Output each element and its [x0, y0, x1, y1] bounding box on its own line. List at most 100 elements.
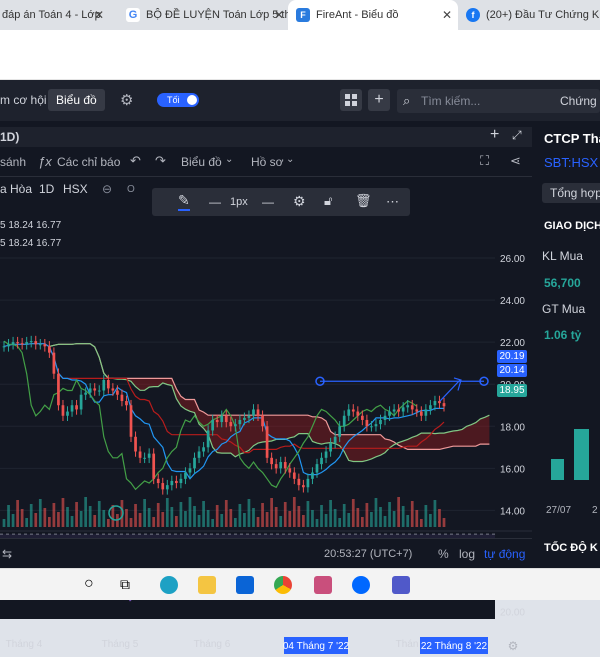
volume-bar [11, 514, 15, 527]
candle-body [202, 447, 205, 452]
candle-body [360, 415, 364, 420]
volume-bar [25, 518, 29, 527]
browser-tab[interactable]: đáp án Toán 4 - Lớp ✕ [0, 0, 110, 30]
volume-bar [75, 502, 78, 527]
candle-body [433, 401, 437, 406]
browser-tab-active[interactable]: F FireAnt - Biểu đồ ✕ [288, 0, 458, 30]
volume-bar [111, 505, 115, 527]
browser-tab[interactable]: G BỘ ĐỀ LUYỆN Toán Lớp 5 the ✕ [118, 0, 290, 30]
layout-grid-icon[interactable] [340, 89, 362, 111]
log-button[interactable]: log [459, 547, 475, 561]
close-icon[interactable]: ✕ [442, 8, 452, 22]
settings-icon[interactable]: ⚙ [293, 193, 306, 210]
volume-bar [347, 513, 351, 527]
mail-icon[interactable] [236, 576, 254, 594]
fullscreen-icon[interactable]: ⛶ [480, 153, 489, 169]
candle-body [388, 411, 391, 416]
volume-bar [156, 503, 160, 527]
nav-opportunity[interactable]: m cơ hội [0, 93, 47, 107]
add-icon[interactable]: + [368, 89, 390, 111]
browser-tab-bar: đáp án Toán 4 - Lớp ✕ G BỘ ĐỀ LUYỆN Toán… [0, 0, 600, 30]
volume-bar [351, 499, 355, 527]
ohlc-prefix: O [127, 184, 135, 195]
volume-bar [401, 506, 405, 527]
search-icon: ⌕ [403, 93, 411, 108]
candle-body [156, 478, 160, 484]
candle-body [311, 472, 314, 479]
compare-button[interactable]: sánh [0, 155, 26, 169]
volume-bar [379, 507, 382, 527]
zalo-icon[interactable] [352, 576, 370, 594]
search-input[interactable]: ⌕ Tìm kiếm... Chứng k [397, 89, 600, 113]
volume-bar [433, 500, 437, 527]
photos-icon[interactable] [314, 576, 332, 594]
percent-button[interactable]: % [438, 547, 449, 561]
volume-bar [197, 515, 201, 527]
expand-icon[interactable]: ⤢ [512, 128, 522, 143]
candle-body [188, 468, 192, 473]
volume-bar [179, 502, 183, 527]
edge-icon[interactable] [160, 576, 178, 594]
volume-bar [252, 508, 255, 527]
candle-body [179, 478, 183, 484]
teams-icon[interactable] [392, 576, 410, 594]
candle-body [116, 390, 119, 395]
indicators-button[interactable]: Các chỉ báo [57, 155, 120, 169]
ticker-link[interactable]: SBT:HSX [544, 155, 598, 170]
volume-bar [288, 511, 292, 527]
browser-tab[interactable]: f (20+) Đầu Tư Chứng Khoán [460, 0, 600, 30]
line-type-icon[interactable]: — [262, 195, 274, 209]
chart-menu[interactable]: Biểu đồ [181, 155, 222, 169]
line-style-icon[interactable]: — [209, 195, 221, 209]
explorer-icon[interactable] [198, 576, 216, 594]
redo-icon[interactable]: ↷ [155, 153, 166, 169]
candle-body [120, 394, 124, 402]
profile-menu[interactable]: Hồ sơ [251, 155, 284, 169]
search-icon[interactable]: ○ [84, 575, 94, 593]
nav-chart-button[interactable]: Biểu đồ [48, 89, 105, 111]
candle-body [138, 451, 142, 458]
pencil-icon[interactable]: ✎ [178, 192, 190, 211]
candle-body [61, 405, 65, 416]
volume-bar [20, 509, 24, 527]
share-icon[interactable]: ⋖ [510, 153, 521, 169]
volume-bar [61, 498, 65, 527]
chrome-icon[interactable] [274, 576, 292, 594]
taskview-icon[interactable]: ⧉ [120, 576, 130, 593]
overview-button[interactable]: Tổng hợp [542, 183, 600, 203]
candle-body [229, 422, 233, 427]
candle-body [161, 483, 165, 490]
volume-bar [256, 517, 260, 527]
calendar-icon[interactable]: ⇆ [2, 547, 12, 561]
undo-icon[interactable]: ↶ [130, 153, 141, 169]
candle-body [143, 457, 146, 459]
volume-bar [52, 503, 56, 527]
volume-bar [410, 501, 414, 527]
volume-bar [429, 514, 432, 527]
lock-icon[interactable]: 🔓︎ [324, 193, 332, 209]
more-icon[interactable]: ⋯ [386, 194, 399, 210]
candle-body [75, 405, 78, 410]
candle-body [48, 346, 51, 353]
close-icon[interactable]: ✕ [274, 8, 284, 22]
time-display: 20:53:27 (UTC+7) [324, 548, 413, 560]
candle-body [365, 419, 369, 427]
candle-body [106, 380, 110, 389]
auto-scale-button[interactable]: tự động [484, 547, 525, 561]
trash-icon[interactable]: 🗑︎ [355, 193, 372, 209]
gear-icon[interactable]: ⚙ [120, 91, 133, 109]
chart-panel: 1D) + ⤢ sánh ƒx Các chỉ báo ↶ ↷ Biểu đồ … [0, 126, 532, 654]
rsi-tick-label: 20.00 [500, 607, 525, 618]
buy-volume-label: KL Mua [542, 249, 583, 263]
hide-legend-icon[interactable]: ⊖ [102, 182, 112, 196]
stroke-width[interactable]: 1px [230, 196, 248, 208]
dark-mode-toggle[interactable]: Tối [157, 93, 199, 107]
close-icon[interactable]: ✕ [94, 8, 104, 22]
add-chart-icon[interactable]: + [490, 126, 499, 144]
candle-body [392, 409, 396, 412]
volume-bar [220, 514, 224, 527]
volume-bar [106, 519, 110, 527]
volume-bar [193, 506, 196, 527]
volume-bar [333, 509, 337, 527]
tenkan-line [3, 343, 444, 480]
